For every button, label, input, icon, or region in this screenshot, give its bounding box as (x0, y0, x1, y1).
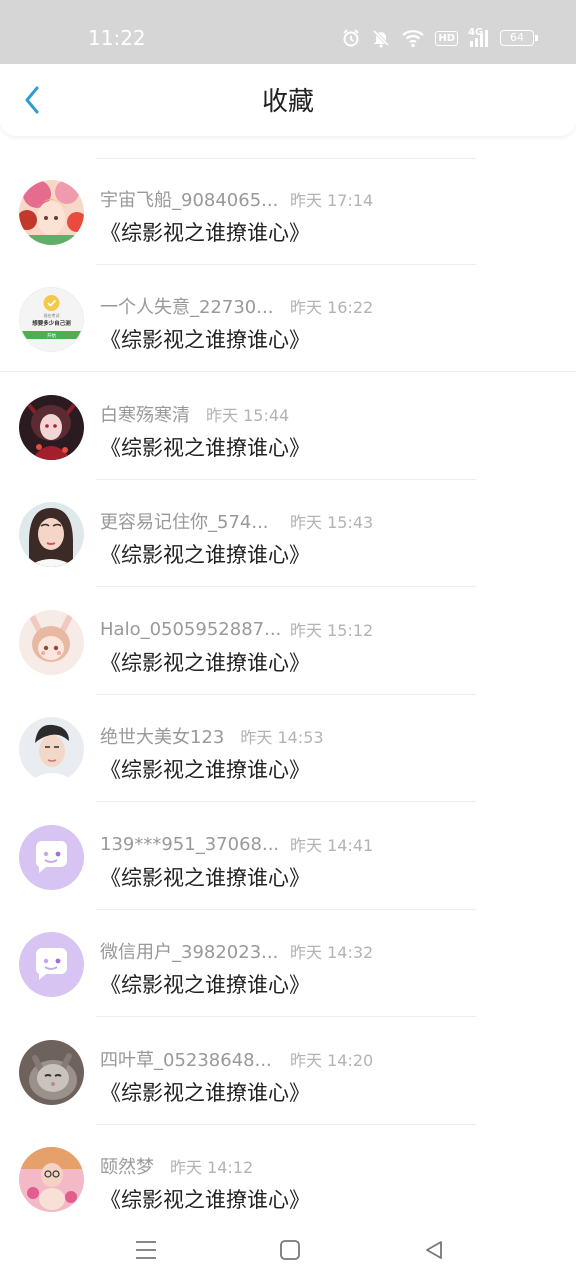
hd-icon: HD (435, 30, 458, 46)
user-name[interactable]: 颐然梦 (100, 1153, 154, 1179)
favorite-time: 昨天 14:12 (170, 1158, 254, 1177)
avatar[interactable] (19, 1147, 84, 1212)
divider (96, 801, 476, 802)
book-title[interactable]: 《综影视之谁撩谁心》 (100, 755, 310, 785)
book-title[interactable]: 《综影视之谁撩谁心》 (100, 648, 310, 678)
list-item[interactable]: 绝世大美女123 昨天 14:53 《综影视之谁撩谁心》 (0, 695, 576, 802)
favorite-time: 昨天 15:43 (290, 513, 374, 532)
avatar[interactable] (19, 180, 84, 245)
back-triangle-icon (426, 1241, 442, 1259)
user-name[interactable]: 微信用户_3982023... (100, 938, 290, 964)
favorite-time: 昨天 14:53 (240, 728, 324, 747)
favorite-time: 昨天 14:20 (290, 1051, 374, 1070)
user-line: 宇宙飞船_9084065... 昨天 17:14 (100, 186, 373, 212)
avatar[interactable] (19, 1040, 84, 1105)
book-title[interactable]: 《综影视之谁撩谁心》 (100, 218, 310, 248)
favorite-time: 昨天 16:22 (290, 298, 374, 317)
avatar[interactable] (19, 932, 84, 997)
menu-button[interactable] (126, 1230, 166, 1270)
book-title[interactable]: 《综影视之谁撩谁心》 (100, 1078, 310, 1108)
avatar[interactable] (19, 395, 84, 460)
avatar[interactable] (19, 502, 84, 567)
avatar-notice-line2: 想要多少自己测 (32, 319, 71, 327)
user-line: 绝世大美女123 昨天 14:53 (100, 723, 324, 749)
avatar[interactable] (19, 825, 84, 890)
user-name[interactable]: 绝世大美女123 (100, 723, 224, 749)
user-line: 四叶草_05238648... 昨天 14:20 (100, 1046, 373, 1072)
user-name[interactable]: 宇宙飞船_9084065... (100, 186, 290, 212)
navigation-bar (0, 1220, 576, 1280)
user-line: 白寒殇寒清 昨天 15:44 (100, 401, 289, 427)
mute-icon (371, 28, 391, 48)
page-title: 收藏 (261, 87, 314, 117)
list-item[interactable]: 宇宙飞船_9084065... 昨天 17:14 《综影视之谁撩谁心》 (0, 158, 576, 265)
home-button[interactable] (270, 1230, 310, 1270)
book-title[interactable]: 《综影视之谁撩谁心》 (100, 863, 310, 893)
alarm-icon (341, 28, 361, 48)
menu-icon (136, 1241, 156, 1259)
signal-icon: 4G (468, 28, 490, 48)
list-item[interactable]: 现在考试 想要多少自己测 开始 一个人失意_22730... 昨天 16:22 … (0, 265, 576, 372)
user-name[interactable]: 139***951_37068... (100, 834, 290, 855)
book-title[interactable]: 《综影视之谁撩谁心》 (100, 325, 310, 355)
list-item[interactable]: 139***951_37068... 昨天 14:41 《综影视之谁撩谁心》 (0, 803, 576, 910)
status-icons: HD 4G 64 (341, 26, 538, 50)
user-name[interactable]: 四叶草_05238648... (100, 1046, 290, 1072)
favorites-list[interactable]: 宇宙飞船_9084065... 昨天 17:14 《综影视之谁撩谁心》 现在考试… (0, 136, 576, 1220)
book-title[interactable]: 《综影视之谁撩谁心》 (100, 540, 310, 570)
list-item[interactable]: 更容易记住你_574... 昨天 15:43 《综影视之谁撩谁心》 (0, 480, 576, 587)
user-line: Halo_0505952887... 昨天 15:12 (100, 616, 373, 642)
back-nav-button[interactable] (414, 1230, 454, 1270)
book-title[interactable]: 《综影视之谁撩谁心》 (100, 970, 310, 1000)
status-time: 11:22 (88, 26, 146, 50)
list-item[interactable]: 颐然梦 昨天 14:12 《综影视之谁撩谁心》 (0, 1125, 576, 1220)
favorite-time: 昨天 15:44 (206, 406, 290, 425)
status-bar: 11:22 HD 4G 64 (0, 0, 576, 64)
user-line: 更容易记住你_574... 昨天 15:43 (100, 508, 373, 534)
favorite-time: 昨天 14:41 (290, 836, 374, 855)
favorite-time: 昨天 17:14 (290, 191, 374, 210)
divider (96, 1016, 476, 1017)
book-title[interactable]: 《综影视之谁撩谁心》 (100, 433, 310, 463)
favorite-time: 昨天 15:12 (290, 621, 374, 640)
user-line: 颐然梦 昨天 14:12 (100, 1153, 253, 1179)
battery-icon: 64 (500, 30, 538, 46)
user-name[interactable]: 更容易记住你_574... (100, 508, 290, 534)
avatar[interactable]: 现在考试 想要多少自己测 开始 (19, 287, 84, 352)
list-item[interactable]: 微信用户_3982023... 昨天 14:32 《综影视之谁撩谁心》 (0, 910, 576, 1017)
user-name[interactable]: Halo_0505952887... (100, 619, 290, 640)
user-line: 一个人失意_22730... 昨天 16:22 (100, 293, 373, 319)
header: 收藏 (0, 64, 576, 136)
book-title[interactable]: 《综影视之谁撩谁心》 (100, 1185, 310, 1215)
divider (96, 586, 476, 587)
user-line: 139***951_37068... 昨天 14:41 (100, 831, 373, 857)
wifi-icon (401, 28, 425, 48)
divider (0, 371, 576, 372)
avatar[interactable] (19, 717, 84, 782)
list-item[interactable]: 四叶草_05238648... 昨天 14:20 《综影视之谁撩谁心》 (0, 1018, 576, 1125)
user-line: 微信用户_3982023... 昨天 14:32 (100, 938, 373, 964)
list-item[interactable]: 白寒殇寒清 昨天 15:44 《综影视之谁撩谁心》 (0, 373, 576, 480)
avatar[interactable] (19, 610, 84, 675)
avatar-notice-line1: 现在考试 (44, 312, 60, 318)
avatar-notice-button: 开始 (47, 332, 56, 339)
favorite-time: 昨天 14:32 (290, 943, 374, 962)
list-item[interactable]: Halo_0505952887... 昨天 15:12 《综影视之谁撩谁心》 (0, 588, 576, 695)
user-name[interactable]: 白寒殇寒清 (100, 401, 190, 427)
user-name[interactable]: 一个人失意_22730... (100, 293, 290, 319)
home-square-icon (280, 1240, 300, 1260)
